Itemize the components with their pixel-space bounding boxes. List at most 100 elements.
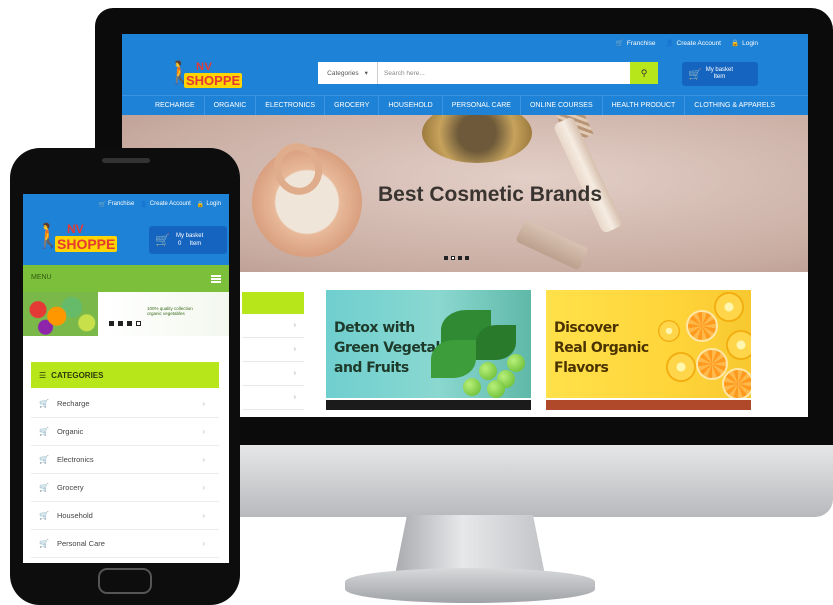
promo-card-organic[interactable]: Discover Real Organic Flavors — [546, 290, 751, 398]
user-icon: 👤 — [140, 201, 148, 208]
category-row[interactable]: › — [242, 362, 304, 386]
category-item-electronics[interactable]: 🛒 Electronics › — [31, 446, 219, 474]
basket-icon: 🛒 — [39, 483, 49, 492]
slider-dot-active[interactable] — [451, 256, 455, 260]
slider-dot[interactable] — [118, 321, 123, 326]
basket-icon: 🛒 — [39, 399, 49, 408]
basket-label: My basket — [705, 67, 734, 73]
create-account-link[interactable]: 👤 Create Account — [140, 201, 191, 208]
lock-icon: 🔒 — [731, 40, 740, 47]
nav-item-health-product[interactable]: HEALTH PRODUCT — [603, 95, 686, 116]
user-icon: 👤 — [665, 40, 674, 47]
slider-dot[interactable] — [444, 256, 448, 260]
category-item-personal-care[interactable]: 🛒 Personal Care › — [31, 530, 219, 558]
hamburger-icon[interactable] — [211, 275, 221, 283]
phone-speaker — [102, 158, 150, 163]
category-item-household[interactable]: 🛒 Household › — [31, 502, 219, 530]
nav-item-household[interactable]: HOUSEHOLD — [379, 95, 443, 116]
chevron-right-icon: › — [202, 511, 205, 520]
promo-card-partial[interactable] — [326, 400, 531, 410]
mobile-banner[interactable]: 100% quality collection organic vegetabl… — [23, 292, 229, 336]
lemon-slice-image — [658, 320, 680, 342]
desktop-header: 🚶 NV SHOPPE Categories ▾ Search here... ⚲… — [122, 52, 808, 95]
lemon-slice-image — [666, 352, 696, 382]
chevron-right-icon: › — [202, 427, 205, 436]
vegetables-image — [23, 292, 98, 336]
site-logo[interactable]: 🚶 NV SHOPPE — [33, 221, 133, 257]
basket-label: My basket — [175, 233, 204, 239]
orange-slice-image — [686, 310, 718, 342]
category-row[interactable]: › — [242, 386, 304, 410]
category-item-organic[interactable]: 🛒 Organic › — [31, 418, 219, 446]
login-link[interactable]: 🔒 Login — [731, 39, 758, 48]
basket-button[interactable]: 🛒 My basket 0 Item — [149, 226, 227, 254]
nav-item-personal-care[interactable]: PERSONAL CARE — [443, 95, 521, 116]
nav-item-organic[interactable]: ORGANIC — [205, 95, 257, 116]
chevron-right-icon: › — [202, 539, 205, 548]
banner-caption: 100% quality collection organic vegetabl… — [147, 306, 193, 316]
nav-item-grocery[interactable]: GROCERY — [325, 95, 380, 116]
franchise-link[interactable]: 🛒 Franchise — [98, 201, 134, 208]
basket-icon: 🛒 — [39, 455, 49, 464]
cart-icon: 🛒 — [615, 40, 624, 47]
promo-organic-text: Discover Real Organic Flavors — [554, 320, 649, 376]
slider-dots — [109, 321, 141, 326]
login-link[interactable]: 🔒 Login — [197, 201, 221, 208]
slider-dot[interactable] — [127, 321, 132, 326]
monitor-stand-base — [345, 568, 595, 603]
basket-icon: 🛒 — [155, 233, 170, 247]
orange-slice-image — [722, 368, 751, 398]
category-row[interactable]: › — [242, 338, 304, 362]
search-icon: ⚲ — [640, 67, 648, 78]
mobile-header: 🚶 NV SHOPPE 🛒 My basket 0 Item — [23, 214, 229, 265]
promo-card-partial[interactable] — [546, 400, 751, 410]
mobile-topbar: 🛒 Franchise 👤 Create Account 🔒 Login — [23, 194, 229, 214]
categories-header[interactable]: ☰ CATEGORIES — [31, 362, 219, 388]
search-input[interactable]: Search here... — [378, 62, 630, 84]
search-bar: Categories ▾ Search here... ⚲ — [318, 62, 658, 84]
search-button[interactable]: ⚲ — [630, 62, 658, 84]
nav-item-clothing-apparels[interactable]: CLOTHING & APPARELS — [685, 96, 784, 116]
lipstick-image — [515, 219, 589, 271]
slider-dot[interactable] — [109, 321, 114, 326]
slider-dot-active[interactable] — [136, 321, 141, 326]
list-icon: ☰ — [39, 370, 47, 380]
basket-icon: 🛒 — [39, 427, 49, 436]
lemon-slice-image — [726, 330, 751, 360]
promo-card-detox[interactable]: Detox with Green Vegetables and Fruits — [326, 290, 531, 398]
categories-header — [242, 292, 304, 314]
logo-shoppe-text: SHOPPE — [55, 236, 118, 252]
desktop-category-nav: RECHARGE ORGANIC ELECTRONICS GROCERY HOU… — [122, 95, 808, 116]
desktop-topbar: 🛒 Franchise 👤 Create Account 🔒 Login — [122, 34, 808, 52]
nav-item-recharge[interactable]: RECHARGE — [146, 95, 205, 116]
slider-dot[interactable] — [465, 256, 469, 260]
basket-count: Item — [713, 74, 726, 80]
slider-dots — [444, 256, 469, 260]
basket-button[interactable]: 🛒 My basket Item — [682, 62, 758, 86]
category-row[interactable]: › — [242, 314, 304, 338]
lemon-slice-image — [714, 292, 744, 322]
nav-item-electronics[interactable]: ELECTRONICS — [256, 95, 326, 116]
chevron-right-icon: › — [202, 455, 205, 464]
category-item-grocery[interactable]: 🛒 Grocery › — [31, 474, 219, 502]
mobile-screen: 🛒 Franchise 👤 Create Account 🔒 Login 🚶 NV S… — [23, 194, 229, 563]
chevron-down-icon: ▾ — [364, 70, 368, 77]
vegetables-image — [421, 300, 531, 398]
chevron-right-icon: › — [202, 399, 205, 408]
search-category-select[interactable]: Categories ▾ — [318, 62, 378, 84]
monitor-stand-neck — [395, 515, 545, 575]
mobile-menu-bar[interactable]: MENU — [23, 265, 229, 292]
bronzer-compact-image — [422, 115, 532, 163]
logo-nv-text: NV — [196, 61, 213, 73]
slider-dot[interactable] — [458, 256, 462, 260]
franchise-link[interactable]: 🛒 Franchise — [615, 39, 656, 48]
site-logo[interactable]: 🚶 NV SHOPPE — [166, 60, 248, 90]
phone-home-button — [98, 568, 152, 594]
menu-label: MENU — [31, 274, 52, 281]
create-account-link[interactable]: 👤 Create Account — [665, 39, 721, 48]
category-list: 🛒 Recharge › 🛒 Organic › 🛒 Electronics › 🛒 Groc… — [31, 390, 219, 558]
nav-item-online-courses[interactable]: ONLINE COURSES — [521, 95, 603, 116]
category-item-recharge[interactable]: 🛒 Recharge › — [31, 390, 219, 418]
banner-title: Best Cosmetic Brands — [378, 183, 603, 206]
basket-icon: 🛒 — [39, 511, 49, 520]
